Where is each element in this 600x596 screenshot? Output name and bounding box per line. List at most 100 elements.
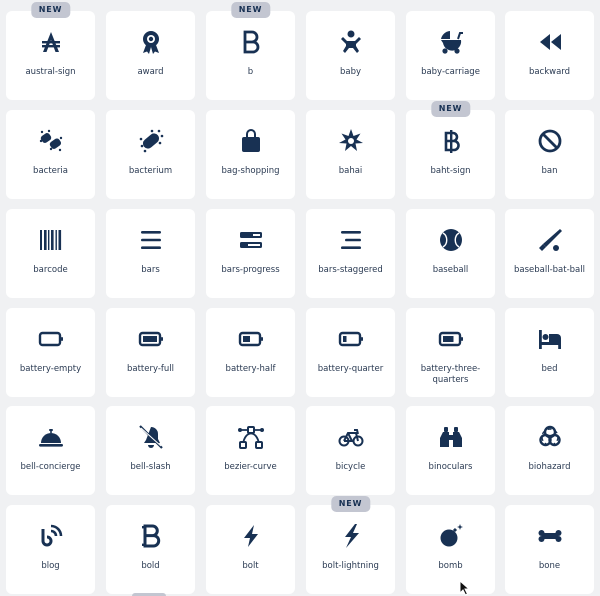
icon-label: baseball-bat-ball [514,265,585,275]
bed-icon [536,325,564,353]
icon-tile-biohazard[interactable]: biohazard [505,406,594,495]
b-icon [237,28,265,56]
icon-tile-blog[interactable]: blog [6,505,95,594]
battery-three-quarters-icon [437,325,465,353]
icon-tile-bolt[interactable]: bolt [206,505,295,594]
icon-label: bell-slash [130,462,171,472]
icon-tile-battery-full[interactable]: battery-full [106,308,195,397]
icon-tile-ban[interactable]: ban [505,110,594,199]
icon-tile-baby[interactable]: baby [306,11,395,100]
icon-tile-bars-staggered[interactable]: bars-staggered [306,209,395,298]
icon-tile-baht-sign[interactable]: baht-sign NEW [406,101,495,199]
bars-icon [137,226,165,254]
icon-tile-bezier-curve[interactable]: bezier-curve [206,406,295,495]
bahai-icon [337,127,365,155]
icon-label: battery-full [126,364,175,374]
icon-tile-baby-carriage[interactable]: baby-carriage [406,11,495,100]
binoculars-icon [437,423,465,451]
ban-icon [536,127,564,155]
icon-tile-bacteria[interactable]: bacteria [6,110,95,199]
new-badge: NEW [230,2,271,18]
baby-carriage-icon [437,28,465,56]
icon-grid: austral-sign NEW award b NEW baby baby-carriag… [0,0,600,596]
bell-concierge-icon [37,423,65,451]
icon-label: bolt-lightning [322,561,379,571]
icon-label: bomb [438,561,463,571]
icon-label: backward [528,67,571,77]
bolt-icon [237,522,265,550]
icon-tile-baseball[interactable]: baseball [406,209,495,298]
icon-tile-austral-sign[interactable]: austral-sign NEW [6,2,95,100]
icon-tile-bed[interactable]: bed [505,308,594,397]
icon-label: bed [541,364,558,374]
icon-tile-battery-empty[interactable]: battery-empty [6,308,95,397]
battery-full-icon [137,325,165,353]
bag-shopping-icon [237,127,265,155]
icon-tile-bomb[interactable]: bomb [406,505,495,594]
icon-tile-binoculars[interactable]: binoculars [406,406,495,495]
bolt-lightning-icon [337,522,365,550]
icon-tile-bicycle[interactable]: bicycle [306,406,395,495]
new-badge: NEW [430,101,471,117]
icon-label: bars-staggered [318,265,383,275]
bars-progress-icon [237,226,265,254]
icon-label: baseball [432,265,469,275]
icon-tile-bag-shopping[interactable]: bag-shopping [206,110,295,199]
battery-quarter-icon [337,325,365,353]
icon-label: bacterium [128,166,173,176]
icon-label: battery-quarter [317,364,384,374]
icon-tile-bell-slash[interactable]: bell-slash [106,406,195,495]
icon-label: ban [541,166,558,176]
icon-tile-bacterium[interactable]: bacterium [106,110,195,199]
icon-label: barcode [33,265,68,275]
battery-half-icon [237,325,265,353]
icon-tile-baseball-bat-ball[interactable]: baseball-bat-ball [505,209,594,298]
baby-icon [337,28,365,56]
icon-label: bell-concierge [20,462,81,472]
baseball-bat-ball-icon [536,226,564,254]
icon-tile-bars[interactable]: bars [106,209,195,298]
icon-label: bolt [242,561,259,571]
icon-tile-bars-progress[interactable]: bars-progress [206,209,295,298]
backward-icon [536,28,564,56]
icon-tile-barcode[interactable]: barcode [6,209,95,298]
icon-tile-backward[interactable]: backward [505,11,594,100]
icon-label: binoculars [428,462,473,472]
bone-icon [536,522,564,550]
icon-label: biohazard [528,462,571,472]
icon-label: bicycle [335,462,366,472]
icon-tile-bolt-lightning[interactable]: bolt-lightning NEW [306,496,395,594]
bacterium-icon [137,127,165,155]
icon-tile-battery-half[interactable]: battery-half [206,308,295,397]
icon-label: bold [141,561,160,571]
biohazard-icon [536,423,564,451]
blog-icon [37,522,65,550]
bicycle-icon [337,423,365,451]
icon-tile-bell-concierge[interactable]: bell-concierge [6,406,95,495]
bell-slash-icon [137,423,165,451]
bomb-icon [437,522,465,550]
icon-tile-bahai[interactable]: bahai [306,110,395,199]
barcode-icon [37,226,65,254]
icon-tile-battery-three-quarters[interactable]: battery-three-quarters [406,308,495,397]
baht-sign-icon [437,127,465,155]
icon-label: bezier-curve [224,462,277,472]
mouse-cursor-icon [459,580,471,596]
icon-label: bars-progress [221,265,280,275]
icon-label: austral-sign [25,67,76,77]
icon-label: bahai [338,166,363,176]
icon-label: bag-shopping [221,166,280,176]
new-badge: NEW [330,496,371,512]
icon-label: battery-three-quarters [420,364,481,385]
icon-tile-battery-quarter[interactable]: battery-quarter [306,308,395,397]
icon-tile-bone[interactable]: bone [505,505,594,594]
icon-label: baby-carriage [421,67,480,77]
icon-label: baby [339,67,362,77]
icon-tile-award[interactable]: award [106,11,195,100]
icon-tile-b[interactable]: b NEW [206,2,295,100]
icon-label: bone [538,561,561,571]
icon-tile-bold[interactable]: bold [106,505,195,594]
austral-sign-icon [37,28,65,56]
bacteria-icon [37,127,65,155]
bars-staggered-icon [337,226,365,254]
